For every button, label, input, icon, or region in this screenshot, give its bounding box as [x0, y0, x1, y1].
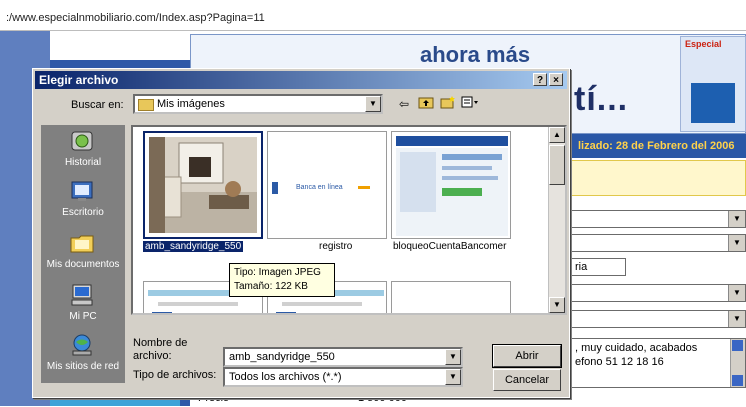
my-computer-icon — [69, 283, 95, 307]
help-button[interactable]: ? — [533, 73, 547, 86]
view-menu-icon[interactable] — [461, 95, 479, 113]
cancel-button[interactable]: Cancelar — [493, 369, 561, 391]
history-icon — [69, 129, 95, 153]
address-bar[interactable]: :/www.especialnmobiliario.com/Index.asp?… — [0, 0, 746, 31]
textarea-line-2: efono 51 12 18 16 — [575, 356, 664, 368]
textarea-line-1: , muy cuidado, acabados — [575, 342, 698, 354]
place-my-computer[interactable]: Mi PC — [41, 281, 125, 333]
place-label: Mis documentos — [46, 259, 120, 270]
file-thumbnail-registro[interactable]: Banca en línea — [267, 131, 387, 239]
room-photo-image — [149, 137, 257, 233]
web-page-thumbnail — [396, 136, 508, 236]
look-in-value: Mis imágenes — [157, 98, 225, 110]
banner-slogan: ahora más — [420, 42, 531, 67]
look-in-combo[interactable]: Mis imágenes ▼ — [133, 94, 383, 114]
look-in-label: Buscar en: — [71, 99, 124, 111]
close-button[interactable]: × — [549, 73, 563, 86]
my-documents-icon — [69, 231, 95, 255]
file-thumbnail-amb-sandyridge[interactable] — [143, 131, 263, 239]
scroll-down-icon[interactable] — [732, 375, 743, 386]
place-label: Escritorio — [62, 207, 104, 218]
file-list-scrollbar[interactable]: ▲ ▼ — [548, 127, 565, 313]
dialog-title: Elegir archivo — [39, 73, 119, 87]
file-name[interactable]: bloqueoCuentaBancomer — [393, 241, 506, 252]
place-my-documents[interactable]: Mis documentos — [41, 229, 125, 281]
blank-thumbnail — [396, 286, 506, 313]
updated-bar: lizado: 28 de Febrero del 2006 — [560, 134, 746, 158]
textarea-scrollbar[interactable] — [730, 339, 745, 387]
new-folder-icon[interactable] — [439, 95, 457, 113]
place-label: Historial — [64, 157, 102, 168]
dialog-titlebar[interactable]: Elegir archivo ? × — [35, 71, 567, 89]
file-type-combo[interactable]: Todos los archivos (*.*) ▼ — [223, 367, 463, 387]
place-label: Mi PC — [69, 311, 97, 322]
file-name[interactable]: registro — [319, 241, 352, 252]
page-select-3[interactable]: ▼ — [570, 284, 746, 302]
network-places-icon — [69, 333, 95, 357]
desktop-icon — [69, 179, 95, 203]
page-select-4[interactable]: ▼ — [570, 310, 746, 328]
scroll-down-icon[interactable]: ▼ — [549, 297, 565, 313]
place-desktop[interactable]: Escritorio — [41, 177, 125, 229]
file-name-combo[interactable]: amb_sandyridge_550 ▼ — [223, 347, 463, 367]
web-page-thumbnail: Banca en línea — [272, 136, 382, 234]
file-thumbnail-bloqueo[interactable] — [391, 131, 511, 239]
magazine-cover[interactable]: Especial — [680, 36, 746, 132]
thumb-caption: Banca en línea — [296, 184, 343, 191]
magazine-title: Especial — [685, 39, 722, 49]
place-history[interactable]: Historial — [41, 127, 125, 179]
folder-icon — [138, 99, 154, 111]
magazine-image — [691, 83, 735, 123]
back-icon[interactable]: ⇦ — [395, 95, 413, 113]
open-button[interactable]: Abrir — [492, 344, 562, 368]
page-select-2[interactable]: ▼ — [570, 234, 746, 252]
updated-text: lizado: 28 de Febrero del 2006 — [578, 140, 735, 152]
file-name-label: Nombre de archivo: — [133, 337, 188, 362]
page-input[interactable]: ria — [570, 258, 626, 276]
tooltip-type: Tipo: Imagen JPEG — [234, 267, 321, 278]
tooltip-size: Tamaño: 122 KB — [234, 281, 308, 292]
place-network[interactable]: Mis sitios de red — [41, 331, 125, 383]
chevron-down-icon[interactable]: ▼ — [445, 369, 461, 385]
scroll-up-icon[interactable]: ▲ — [549, 127, 565, 143]
page-description-textarea[interactable]: , muy cuidado, acabados efono 51 12 18 1… — [570, 338, 746, 388]
file-name-selected[interactable]: amb_sandyridge_550 — [143, 241, 244, 252]
page-input-text: ria — [575, 261, 588, 273]
banner-headline: tí... — [574, 80, 629, 118]
chevron-down-icon: ▼ — [728, 235, 745, 251]
file-name-value: amb_sandyridge_550 — [229, 351, 335, 363]
chevron-down-icon: ▼ — [728, 311, 745, 327]
file-type-value: Todos los archivos (*.*) — [229, 371, 342, 383]
file-list-view[interactable]: Banca en línea amb_sandyridge_550 regist… — [131, 125, 567, 315]
places-bar: Historial Escritorio Mis documentos Mi P… — [41, 125, 125, 383]
notice-bar — [560, 160, 746, 196]
scroll-up-icon[interactable] — [732, 340, 743, 351]
file-type-label: Tipo de archivos: — [133, 369, 217, 381]
up-folder-icon[interactable] — [417, 95, 435, 113]
place-label: Mis sitios de red — [46, 361, 120, 372]
chevron-down-icon[interactable]: ▼ — [365, 96, 381, 112]
file-chooser-dialog: Elegir archivo ? × Buscar en: Mis imágen… — [32, 68, 570, 398]
chevron-down-icon[interactable]: ▼ — [445, 349, 461, 365]
address-text: :/www.especialnmobiliario.com/Index.asp?… — [6, 12, 265, 24]
scroll-thumb[interactable] — [549, 145, 565, 185]
accent-bar — [358, 186, 370, 189]
file-thumbnail[interactable] — [391, 281, 511, 313]
page-select-1[interactable]: ▼ — [570, 210, 746, 228]
chevron-down-icon: ▼ — [728, 211, 745, 227]
logo-mark-icon — [272, 182, 278, 194]
chevron-down-icon: ▼ — [728, 285, 745, 301]
file-info-tooltip: Tipo: Imagen JPEG Tamaño: 122 KB — [229, 263, 335, 297]
